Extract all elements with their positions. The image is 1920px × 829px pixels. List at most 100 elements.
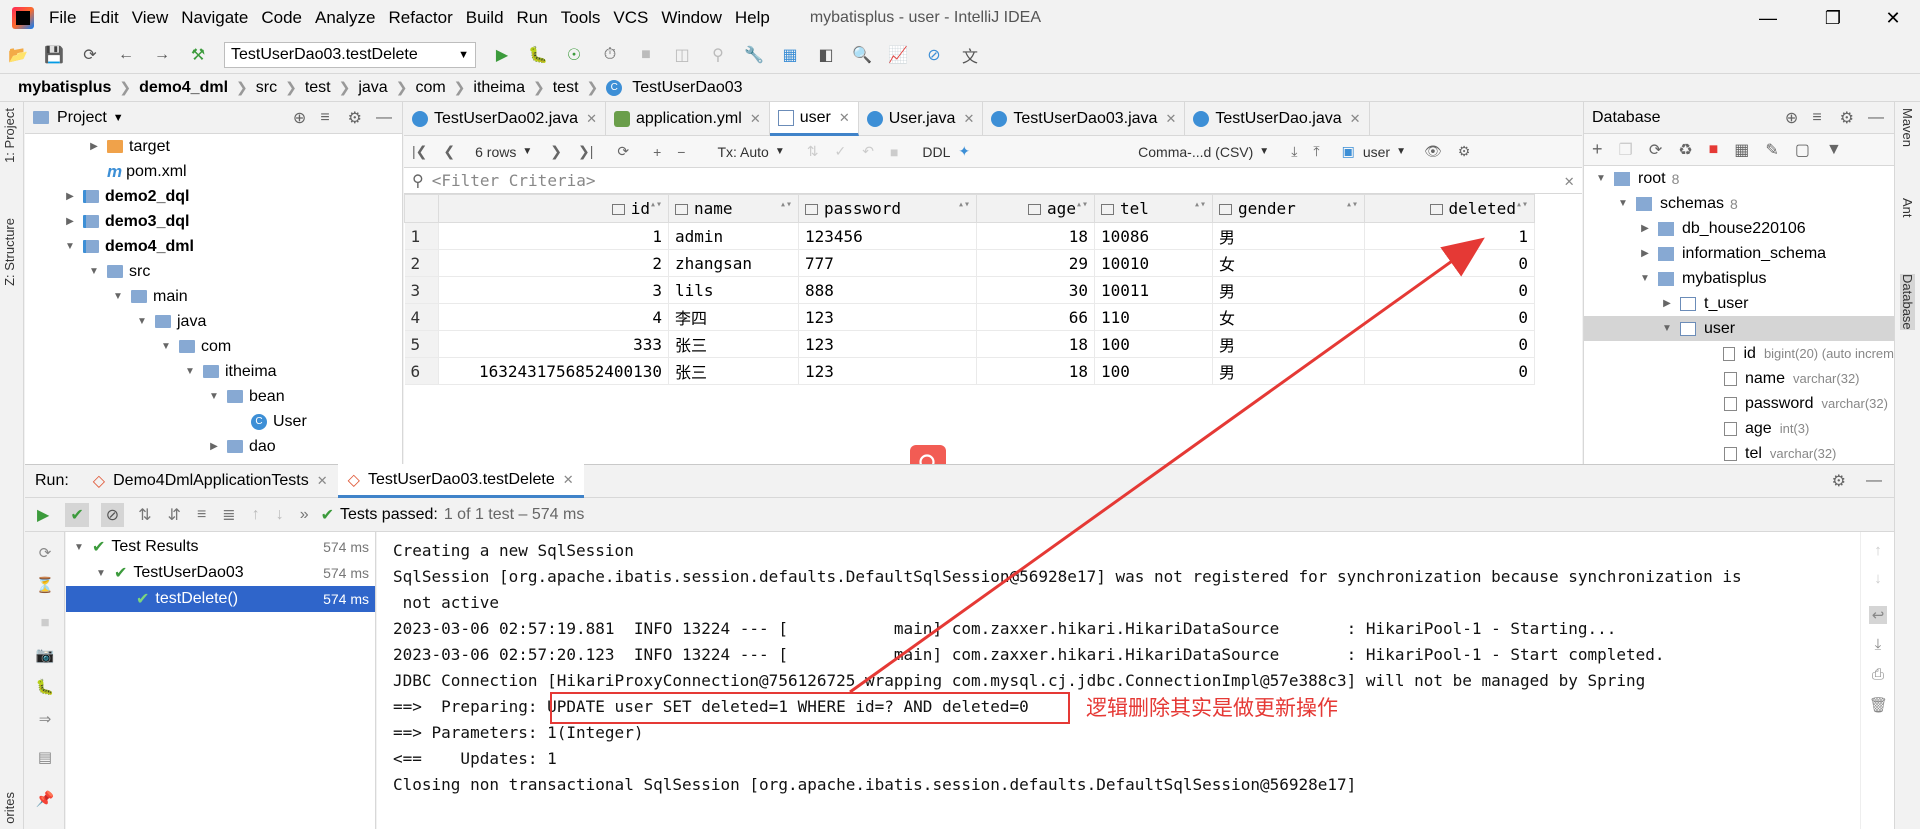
sort-icon[interactable]: ▴▾	[1076, 199, 1088, 210]
cell-age[interactable]: 29	[976, 249, 1095, 277]
gear-icon[interactable]: ⚙	[348, 108, 362, 128]
table-row[interactable]: 5 333 张三 123 18 100 男 0	[404, 330, 1535, 358]
chevron-right-icon[interactable]: ▶	[63, 191, 77, 202]
cell-password[interactable]: 123	[798, 357, 977, 385]
chevron-down-icon[interactable]: ▼	[1616, 198, 1630, 209]
gear-icon[interactable]: ⚙	[1458, 143, 1471, 160]
project-tree-item[interactable]: C User	[25, 409, 402, 434]
run-icon[interactable]: ▶	[490, 43, 514, 67]
database-tree-item[interactable]: ▼ mybatisplus	[1584, 266, 1894, 291]
stop-icon[interactable]: ■	[634, 43, 658, 67]
soft-wrap-icon[interactable]: ↩	[1869, 606, 1887, 624]
close-icon[interactable]: ✕	[839, 110, 850, 126]
next-page-icon[interactable]: ❯	[550, 143, 562, 160]
sort-alpha-icon[interactable]: ⇅	[138, 505, 151, 525]
chevron-down-icon[interactable]: ▼	[775, 146, 785, 157]
export-format[interactable]: Comma-...d (CSV)	[1138, 144, 1253, 160]
editor-tab[interactable]: TestUserDao.java ✕	[1185, 102, 1370, 136]
add-icon[interactable]: +	[1592, 139, 1603, 160]
cell-password[interactable]: 123456	[798, 222, 977, 250]
stop-query-icon[interactable]: ■	[890, 144, 898, 160]
schema-select[interactable]: user	[1363, 144, 1390, 160]
database-tree-item[interactable]: ▶ db_house220106	[1584, 216, 1894, 241]
chevron-down-icon[interactable]: ▼	[1660, 323, 1674, 334]
pin-icon[interactable]: ✦	[958, 143, 970, 160]
project-tree-item[interactable]: ▶ demo2_dql	[25, 184, 402, 209]
cell-tel[interactable]: 100	[1094, 357, 1213, 385]
cell-age[interactable]: 18	[976, 222, 1095, 250]
cell-name[interactable]: lils	[668, 276, 799, 304]
chevron-down-icon[interactable]: ▼	[1259, 146, 1269, 157]
test-tree-item[interactable]: ▼ ✔ Test Results 574 ms	[66, 534, 375, 560]
export-icon[interactable]: ⇒	[35, 710, 55, 730]
test-tree-item[interactable]: ▼ ✔ TestUserDao03 574 ms	[66, 560, 375, 586]
search-icon[interactable]: 🔍	[850, 43, 874, 67]
console-icon[interactable]: ▢	[1795, 140, 1810, 160]
cell-tel[interactable]: 10086	[1094, 222, 1213, 250]
chevron-right-icon[interactable]: ▶	[1638, 248, 1652, 259]
menu-navigate[interactable]: Navigate	[176, 8, 256, 28]
build-hammer-icon[interactable]: ⚒	[186, 43, 210, 67]
debug-icon[interactable]: 🐛	[35, 678, 55, 698]
database-tool-tab[interactable]: Database	[1900, 274, 1915, 330]
cell-name[interactable]: admin	[668, 222, 799, 250]
cell-name[interactable]: zhangsan	[668, 249, 799, 277]
menu-analyze[interactable]: Analyze	[310, 8, 383, 28]
test-tree-item[interactable]: ✔ testDelete() 574 ms	[66, 586, 375, 612]
chevron-down-icon[interactable]: ▼	[1396, 146, 1406, 157]
more-icon[interactable]: »	[300, 506, 309, 524]
project-tree-item[interactable]: ▼ demo4_dml	[25, 234, 402, 259]
down-icon[interactable]: ↓	[1869, 570, 1887, 588]
locate-icon[interactable]: ⊕	[1785, 108, 1798, 128]
table-row[interactable]: 4 4 李四 123 66 110 女 0	[404, 303, 1535, 331]
cell-name[interactable]: 张三	[668, 357, 799, 385]
close-icon[interactable]: ✕	[1870, 0, 1916, 36]
menu-tools[interactable]: Tools	[556, 8, 609, 28]
editor-tab[interactable]: TestUserDao02.java ✕	[404, 102, 606, 136]
cell-gender[interactable]: 男	[1212, 357, 1365, 385]
cell-password[interactable]: 123	[798, 330, 977, 358]
print-icon[interactable]: ⎙	[1869, 666, 1887, 684]
table-icon[interactable]: ▦	[1734, 140, 1749, 160]
breadcrumb-item[interactable]: test	[301, 79, 335, 97]
editor-tab[interactable]: User.java ✕	[859, 102, 984, 136]
close-icon[interactable]: ✕	[750, 111, 761, 127]
cell-gender[interactable]: 男	[1212, 222, 1365, 250]
cell-deleted[interactable]: 0	[1364, 330, 1535, 358]
minimize-icon[interactable]: —	[1745, 0, 1791, 36]
sort-icon[interactable]: ▴▾	[780, 199, 792, 210]
sync-icon[interactable]: ⟳	[78, 43, 102, 67]
breadcrumb-item[interactable]: com	[411, 79, 449, 97]
cell-deleted[interactable]: 0	[1364, 276, 1535, 304]
forward-icon[interactable]: →	[150, 43, 174, 67]
hide-panel-icon[interactable]: —	[1868, 109, 1884, 127]
revert-icon[interactable]: ↶	[862, 143, 874, 160]
terminal-icon[interactable]: ◧	[814, 43, 838, 67]
favorites-tool-tab[interactable]: orites	[2, 792, 17, 824]
chevron-down-icon[interactable]: ▼	[87, 266, 101, 277]
chevron-right-icon[interactable]: ▶	[1660, 298, 1674, 309]
add-row-icon[interactable]: +	[653, 144, 661, 160]
menu-run[interactable]: Run	[512, 8, 556, 28]
menu-window[interactable]: Window	[656, 8, 729, 28]
vcs-icon[interactable]: ⚲	[706, 43, 730, 67]
delete-row-icon[interactable]: −	[677, 144, 685, 160]
database-tree-item[interactable]: name varchar(32)	[1584, 366, 1894, 391]
chevron-down-icon[interactable]: ▼	[63, 241, 77, 252]
sort-icon[interactable]: ▴▾	[1516, 199, 1528, 210]
edit-icon[interactable]: ✎	[1765, 140, 1778, 160]
last-page-icon[interactable]: ❯|	[578, 143, 593, 160]
translate-icon[interactable]: 文	[958, 43, 982, 67]
table-row[interactable]: 6 1632431756852400130 张三 123 18 100 男 0	[404, 357, 1535, 385]
chevron-down-icon[interactable]: ▼	[135, 316, 149, 327]
database-tree-item[interactable]: ▼ user	[1584, 316, 1894, 341]
database-tree-item[interactable]: ▼ schemas 8	[1584, 191, 1894, 216]
column-header-name[interactable]: name ▴▾	[668, 194, 799, 223]
column-header-gender[interactable]: gender ▴▾	[1212, 194, 1365, 223]
project-structure-icon[interactable]: ▦	[778, 43, 802, 67]
column-header-deleted[interactable]: deleted ▴▾	[1364, 194, 1535, 223]
cell-name[interactable]: 李四	[668, 303, 799, 331]
submit-icon[interactable]: ✓	[834, 143, 846, 160]
chevron-down-icon[interactable]: ▼	[522, 146, 532, 157]
rows-count[interactable]: 6 rows	[475, 144, 516, 160]
